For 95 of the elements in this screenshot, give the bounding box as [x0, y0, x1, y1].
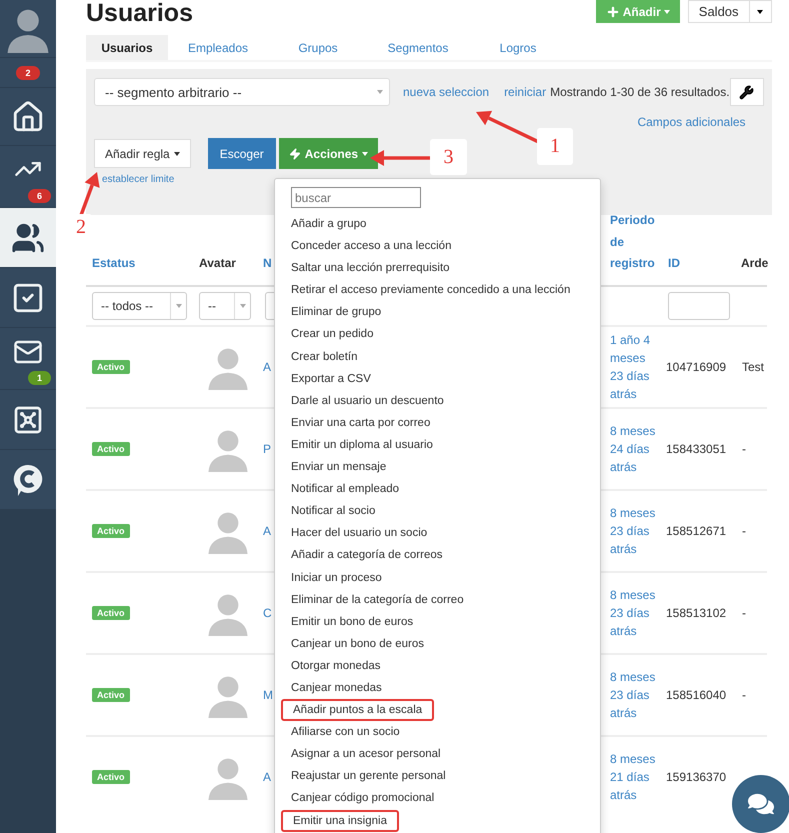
menu-item[interactable]: Iniciar un proceso	[291, 566, 382, 589]
registration-link[interactable]: 8 meses 23 días atrás	[610, 668, 662, 722]
search-field[interactable]: buscar	[291, 187, 421, 208]
safe-icon[interactable]	[12, 404, 44, 436]
id-cell: 104716909	[666, 360, 726, 374]
menu-item[interactable]: Notificar al empleado	[291, 478, 400, 500]
tab[interactable]: Grupos	[268, 35, 368, 60]
status-badge: Activo	[92, 770, 130, 784]
menu-item[interactable]: Añadir a categoría de correos	[291, 544, 443, 566]
menu-item[interactable]: Exportar a CSV	[291, 368, 371, 390]
table-cell: -	[742, 442, 746, 456]
count-badge: 6	[28, 189, 51, 203]
sidebar-item[interactable]	[0, 450, 56, 510]
column-header[interactable]: Periodo de registro	[599, 215, 662, 285]
arrow	[370, 150, 430, 166]
menu-item[interactable]: Darle al usuario un descuento	[291, 390, 444, 412]
count-badge: 1	[28, 371, 51, 385]
registration-link[interactable]: 1 año 4 meses 23 días atrás	[610, 331, 662, 403]
menu-item[interactable]: Enviar una carta por correo	[291, 412, 430, 434]
lightning-icon	[288, 148, 301, 160]
menu-item[interactable]: Afiliarse con un socio	[291, 721, 400, 744]
menu-item[interactable]: Retirar el acceso previamente concedido a una lección	[291, 279, 570, 302]
menu-item[interactable]: Crear boletín	[291, 346, 358, 368]
page-title: Usuarios	[86, 0, 193, 28]
status-badge: Activo	[92, 360, 130, 374]
home-icon[interactable]	[11, 100, 45, 134]
menu-item[interactable]: Notificar al socio	[291, 500, 376, 522]
table-cell: -	[742, 688, 746, 702]
menu-item[interactable]: Canjear código promocional	[291, 787, 434, 810]
avatar-filter[interactable]: --	[199, 292, 251, 320]
status-badge: Activo	[92, 606, 130, 620]
results-text: Mostrando 1-30 de 36 resultados.	[550, 85, 730, 99]
wrench-icon	[739, 84, 754, 100]
sidebar-item[interactable]	[0, 390, 56, 450]
step-number: 1	[537, 128, 573, 165]
status-badge: Activo	[92, 688, 130, 702]
status-badge: Activo	[92, 524, 130, 538]
registration-link[interactable]: 8 meses 23 días atrás	[610, 504, 662, 558]
name-link[interactable]: A	[263, 768, 272, 786]
sidebar-item[interactable]: 6	[0, 146, 56, 208]
menu-item[interactable]: Añadir puntos a la escala	[281, 699, 434, 722]
name-link[interactable]: C	[263, 604, 272, 622]
menu-item[interactable]: Crear un pedido	[291, 323, 374, 346]
table-cell: Test	[742, 360, 764, 374]
sidebar-item[interactable]	[0, 88, 56, 146]
column-header: Arde	[740, 255, 767, 272]
name-link[interactable]: M	[263, 686, 273, 704]
tab[interactable]: Segmentos	[368, 35, 468, 60]
plus-icon	[606, 4, 620, 18]
name-link[interactable]: A	[263, 358, 272, 376]
status-filter[interactable]: -- todos --	[92, 292, 187, 320]
table-cell: -	[742, 524, 746, 538]
chat-icon	[748, 791, 774, 817]
id-cell: 158513102	[666, 606, 726, 620]
column-header: Avatar	[198, 255, 237, 272]
sidebar-item[interactable]	[0, 208, 56, 268]
name-link[interactable]: P	[263, 440, 272, 458]
menu-item[interactable]: Enviar un mensaje	[291, 456, 386, 478]
table-cell: -	[742, 606, 746, 620]
menu-item[interactable]: Emitir una insignia	[281, 810, 399, 832]
tab[interactable]: Usuarios	[86, 35, 168, 60]
name-link[interactable]: A	[263, 522, 272, 540]
choose-button[interactable]: Escoger	[208, 138, 276, 169]
count-badge: 2	[16, 66, 40, 80]
menu-item[interactable]: Saltar una lección prerrequisito	[291, 257, 450, 280]
step-number: 3	[430, 139, 467, 175]
registration-link[interactable]: 8 meses 21 días atrás	[610, 750, 662, 804]
tab[interactable]: Empleados	[168, 35, 268, 60]
logo-icon[interactable]	[12, 462, 44, 496]
add-rule-button[interactable]: Añadir regla	[94, 139, 191, 168]
menu-item[interactable]: Hacer del usuario un socio	[291, 522, 428, 544]
id-cell: 158516040	[666, 688, 726, 702]
tab[interactable]: Logros	[468, 35, 568, 60]
menu-item[interactable]: Asignar a un acesor personal	[291, 743, 441, 766]
column-header[interactable]: ID	[662, 215, 735, 285]
menu-item[interactable]: Reajustar un gerente personal	[291, 765, 446, 788]
menu-item[interactable]: Eliminar de la categoría de correo	[291, 588, 464, 611]
menu-item[interactable]: Otorgar monedas	[291, 654, 380, 677]
sidebar-item[interactable]	[0, 268, 56, 328]
sidebar-item[interactable]: 2	[0, 58, 56, 88]
settings-button[interactable]	[730, 78, 764, 106]
status-badge: Activo	[92, 442, 130, 456]
registration-link[interactable]: 8 meses 23 días atrás	[610, 586, 662, 640]
menu-item[interactable]: Añadir a grupo	[291, 213, 366, 236]
menu-item[interactable]: Emitir un diploma al usuario	[291, 434, 433, 456]
id-cell: 158512671	[666, 524, 726, 538]
segment-select[interactable]: -- segmento arbitrario --	[94, 78, 390, 106]
menu-item[interactable]: Conceder acceso a una lección	[291, 235, 452, 258]
id-cell: 158433051	[666, 442, 726, 456]
menu-item[interactable]: Canjear un bono de euros	[291, 632, 424, 655]
menu-item[interactable]: Eliminar de grupo	[291, 301, 382, 324]
id-cell: 159136370	[666, 770, 726, 784]
menu-item[interactable]: Emitir un bono de euros	[291, 610, 414, 633]
registration-link[interactable]: 8 meses 24 días atrás	[610, 422, 662, 476]
menu-item[interactable]: Canjear monedas	[291, 676, 382, 700]
